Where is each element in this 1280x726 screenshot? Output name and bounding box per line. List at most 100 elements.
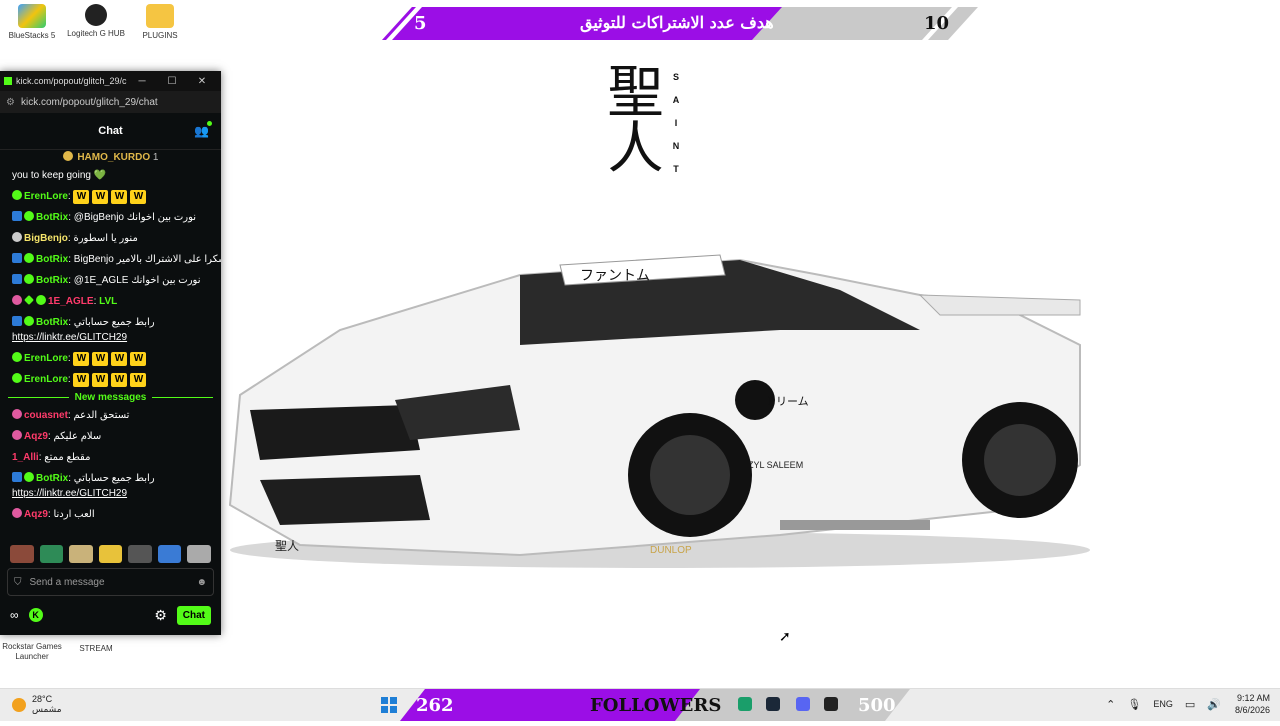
message-input[interactable] — [27, 575, 197, 589]
emote-7[interactable] — [187, 545, 212, 563]
maximize-button[interactable]: ☐ — [157, 76, 187, 87]
chat-username[interactable]: BotRix — [36, 317, 68, 328]
ver-badge-icon — [24, 274, 34, 284]
emote-w[interactable]: W — [111, 373, 128, 387]
desktop-icon-stream[interactable]: STREAM — [74, 644, 118, 654]
chat-username[interactable]: ErenLore — [24, 353, 68, 364]
clock[interactable]: 9:12 AM 8/6/2026 — [1235, 692, 1270, 716]
language-indicator[interactable]: ENG — [1153, 699, 1173, 709]
chat-username[interactable]: 1_Alli — [12, 452, 39, 463]
emote-3[interactable] — [69, 545, 93, 563]
emote-w[interactable]: W — [92, 190, 109, 204]
window-titlebar[interactable]: kick.com/popout/glitch_29/ch... ─ ☐ ✕ — [0, 71, 221, 91]
chat-message: Aqz9: سلام عليكم — [0, 426, 221, 447]
emote-w[interactable]: W — [111, 190, 128, 204]
volume-icon[interactable]: 🔊 — [1207, 698, 1221, 711]
chat-message: ErenLore: WWWW — [0, 186, 221, 207]
chat-message: you to keep going 💚 — [0, 165, 221, 186]
network-icon[interactable]: ▭ — [1185, 698, 1195, 711]
emote-w[interactable]: W — [130, 373, 147, 387]
settings-gear-icon[interactable]: ⚙ — [154, 607, 167, 624]
chat-username[interactable]: 1E_AGLE — [48, 296, 94, 307]
emote-w[interactable]: W — [73, 352, 90, 366]
followers-current: 262 — [416, 695, 454, 716]
chat-message-list[interactable]: you to keep going 💚 ErenLore: W W W W BotRix:… — [0, 165, 221, 541]
chat-message: ErenLore: WWWW — [0, 348, 221, 369]
chat-username[interactable]: ErenLore — [24, 374, 68, 385]
send-chat-button[interactable]: Chat — [176, 605, 211, 625]
desktop-icon-logitech[interactable]: Logitech G HUB — [64, 4, 128, 39]
chat-username[interactable]: couasnet — [24, 410, 68, 421]
chat-popout-window[interactable]: kick.com/popout/glitch_29/ch... ─ ☐ ✕ ⚙ … — [0, 71, 221, 635]
emote-w[interactable]: W — [130, 190, 147, 204]
chat-username[interactable]: Aqz9 — [24, 509, 48, 520]
car-bottom-kanji: 聖人 — [275, 539, 299, 553]
chat-username[interactable]: BotRix — [36, 212, 68, 223]
kick-logo-icon[interactable]: K — [28, 608, 43, 622]
taskbar-app-icon[interactable] — [738, 697, 752, 711]
ver-badge-icon — [12, 373, 22, 383]
emote-w[interactable]: W — [73, 190, 90, 204]
site-info-icon[interactable]: ⚙ — [6, 97, 15, 108]
emote-w[interactable]: W — [92, 373, 109, 387]
desktop-icon-plugins[interactable]: PLUGINS — [128, 4, 192, 41]
bot-badge-icon — [12, 472, 22, 482]
emote-2[interactable] — [39, 545, 64, 563]
sub-badge-icon — [12, 508, 22, 518]
emote-1[interactable] — [10, 545, 34, 563]
emote-quick-bar[interactable] — [10, 545, 212, 563]
tray-chevron-icon[interactable]: ⌃ — [1106, 698, 1115, 711]
pinned-user: HAMO_KURDO — [77, 152, 151, 163]
emoji-icon[interactable]: ☻ — [196, 577, 207, 588]
chat-link[interactable]: https://linktr.ee/GLITCH29 — [12, 488, 127, 499]
emote-w[interactable]: W — [92, 352, 109, 366]
chat-message: Aqz9: العب اردنا — [0, 504, 221, 525]
chat-username[interactable]: BotRix — [36, 473, 68, 484]
weather-widget[interactable]: 28°C مشمس — [12, 694, 62, 715]
chat-message: BotRix: @1E_AGLE نورت بين اخوانك — [0, 270, 221, 291]
chat-username[interactable]: BigBenjo — [24, 233, 68, 244]
online-indicator — [207, 121, 212, 126]
message-input-box[interactable]: ⛉ ☻ — [7, 568, 214, 596]
chat-header-title: Chat — [98, 125, 123, 137]
chat-message-text: @1E_AGLE نورت بين اخوانك — [73, 275, 201, 286]
emote-6[interactable] — [157, 545, 182, 563]
points-icon[interactable]: ∞ — [10, 608, 19, 622]
chat-message: ErenLore: WWWW — [0, 369, 221, 390]
gray-badge-icon — [12, 232, 22, 242]
ver-badge-icon — [24, 472, 34, 482]
chat-users-icon[interactable]: 👥 — [194, 124, 209, 138]
ver-badge-icon — [24, 253, 34, 263]
pinned-gifter[interactable]: HAMO_KURDO 1 — [0, 150, 221, 166]
chat-message: 1_Alli: مقطع ممتع — [12, 452, 91, 463]
folder-icon — [146, 4, 174, 28]
discord-icon[interactable] — [796, 697, 810, 711]
desktop-icon-rockstar[interactable]: Rockstar Games Launcher — [2, 642, 62, 662]
chat-message-text: @BigBenjo نورت بين اخوانك — [73, 212, 197, 223]
emote-4[interactable] — [98, 545, 123, 563]
close-button[interactable]: ✕ — [187, 76, 217, 87]
subscription-goal-banner: 5 هدف عدد الاشتراكات للتوثيق 10 — [382, 7, 978, 40]
chat-message: BotRix: @BigBenjo نورت بين اخوانك — [0, 207, 221, 228]
desktop-icon-bluestacks[interactable]: BlueStacks 5 — [0, 4, 64, 41]
kick-favicon-icon — [4, 77, 12, 85]
address-bar[interactable]: ⚙ kick.com/popout/glitch_29/chat — [0, 91, 221, 113]
bluestacks-icon — [18, 4, 46, 28]
emote-w[interactable]: W — [130, 352, 147, 366]
minimize-button[interactable]: ─ — [127, 76, 157, 87]
goal-target: 10 — [924, 13, 950, 34]
chat-link[interactable]: https://linktr.ee/GLITCH29 — [12, 332, 127, 343]
emote-5[interactable] — [128, 545, 152, 563]
emote-w[interactable]: W — [111, 352, 128, 366]
chat-username[interactable]: Aqz9 — [24, 431, 48, 442]
windows-start-icon[interactable] — [381, 697, 397, 713]
emote-w[interactable]: W — [73, 373, 90, 387]
chat-username[interactable]: BotRix — [36, 254, 68, 265]
chat-username[interactable]: ErenLore — [24, 191, 68, 202]
microphone-icon[interactable]: 🎙 — [1127, 698, 1141, 711]
chat-message-text: تستحق الدعم — [73, 410, 130, 421]
chat-header: Chat 👥 — [0, 113, 221, 150]
steam-icon[interactable] — [766, 697, 780, 711]
kick-app-icon[interactable] — [824, 697, 838, 711]
chat-username[interactable]: BotRix — [36, 275, 68, 286]
